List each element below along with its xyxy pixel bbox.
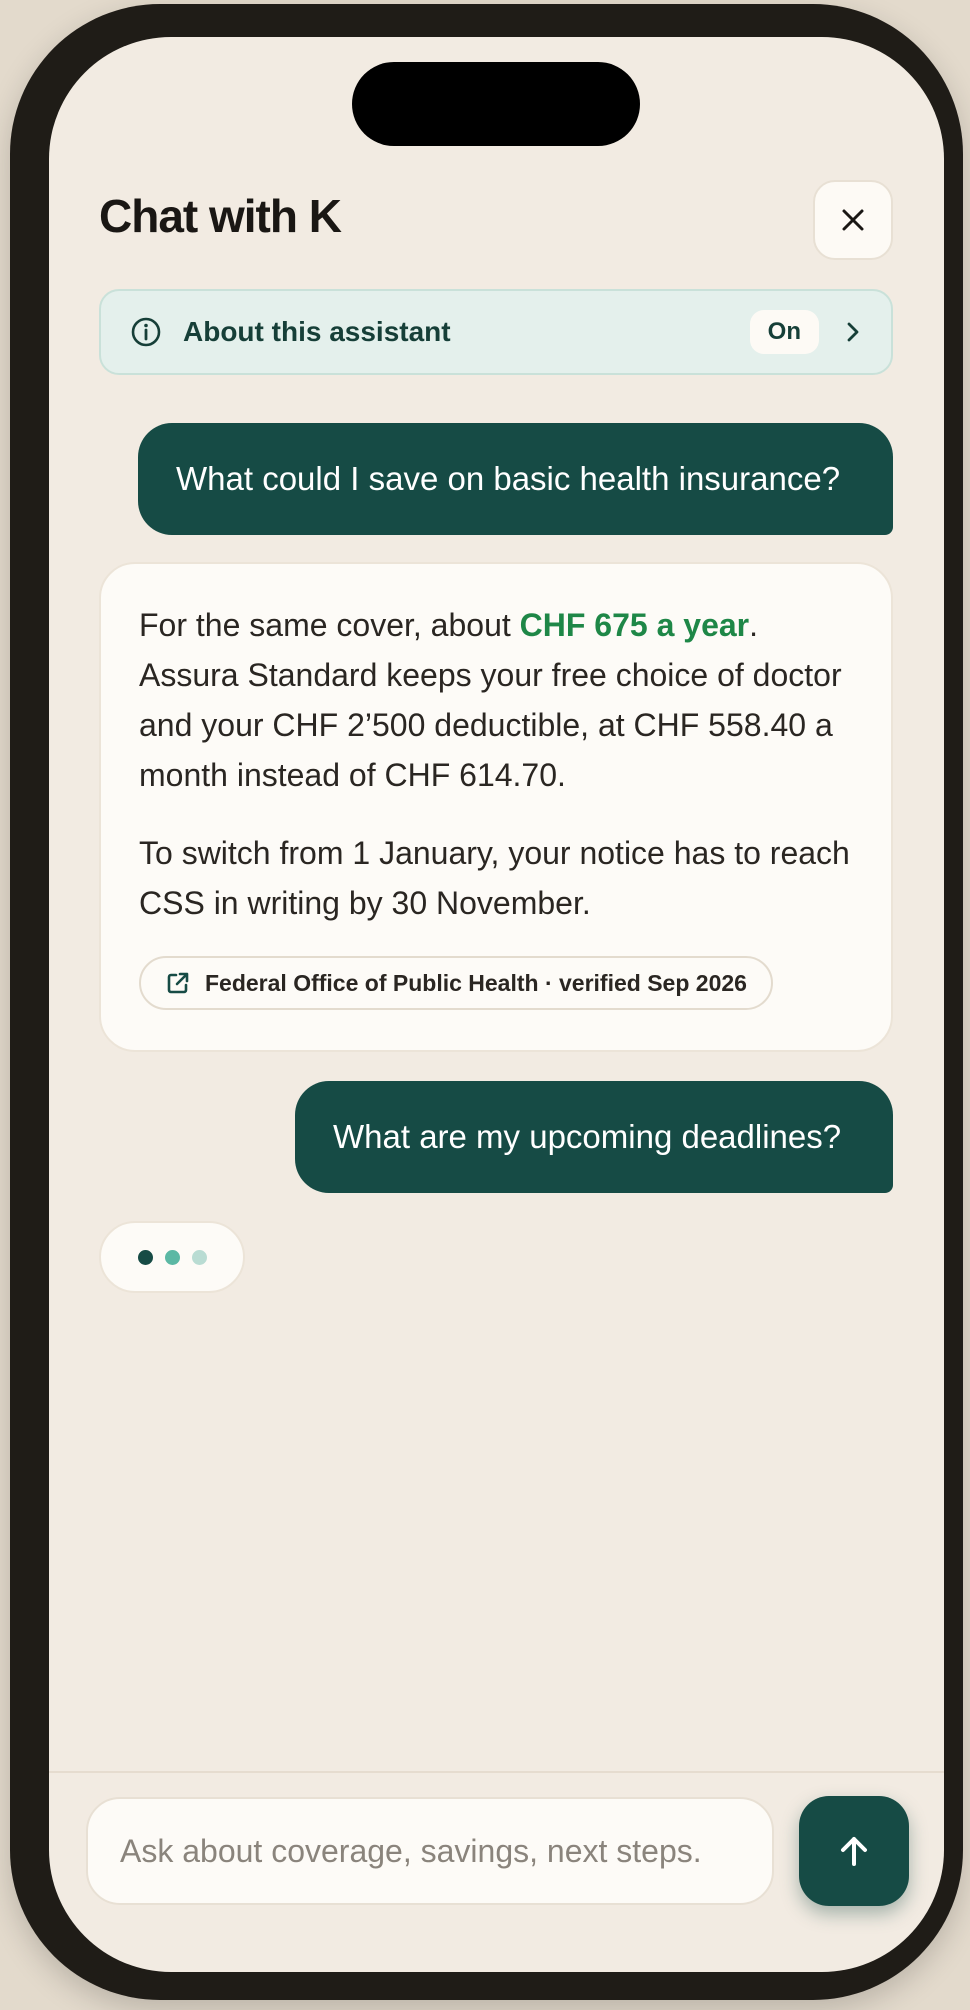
typing-dot bbox=[164, 1249, 180, 1265]
send-button[interactable] bbox=[799, 1796, 909, 1906]
assistant-message: For the same cover, about CHF 675 a year… bbox=[99, 562, 893, 1052]
user-message: What could I save on basic health insura… bbox=[138, 423, 893, 535]
arrow-up-icon bbox=[841, 1837, 867, 1866]
assistant-text: For the same cover, about bbox=[139, 607, 520, 643]
typing-dot bbox=[191, 1249, 207, 1265]
source-label: Federal Office of Public Health · verifi… bbox=[205, 969, 747, 996]
info-icon bbox=[129, 315, 163, 349]
close-icon bbox=[842, 209, 864, 231]
savings-highlight: CHF 675 a year bbox=[519, 607, 750, 643]
message-input[interactable] bbox=[86, 1797, 774, 1905]
dynamic-island bbox=[352, 62, 640, 146]
composer-divider bbox=[49, 1771, 944, 1773]
status-badge: On bbox=[749, 310, 819, 354]
source-link[interactable]: Federal Office of Public Health · verifi… bbox=[139, 956, 773, 1010]
about-assistant-label: About this assistant bbox=[183, 316, 451, 347]
assistant-paragraph: To switch from 1 January, your notice ha… bbox=[139, 835, 850, 921]
app-screen: Chat with K About this assistant On What… bbox=[49, 37, 944, 1972]
user-message: What are my upcoming deadlines? bbox=[295, 1081, 893, 1193]
chevron-right-icon bbox=[839, 318, 867, 346]
typing-indicator bbox=[99, 1221, 245, 1293]
page-title: Chat with K bbox=[99, 190, 342, 242]
about-assistant-bar[interactable]: About this assistant On bbox=[99, 289, 893, 375]
typing-dot bbox=[137, 1249, 153, 1265]
close-button[interactable] bbox=[813, 180, 893, 260]
external-link-icon bbox=[165, 970, 191, 996]
assistant-paragraph: For the same cover, about CHF 675 a year… bbox=[139, 600, 855, 800]
phone-frame: Chat with K About this assistant On What… bbox=[10, 4, 963, 2000]
